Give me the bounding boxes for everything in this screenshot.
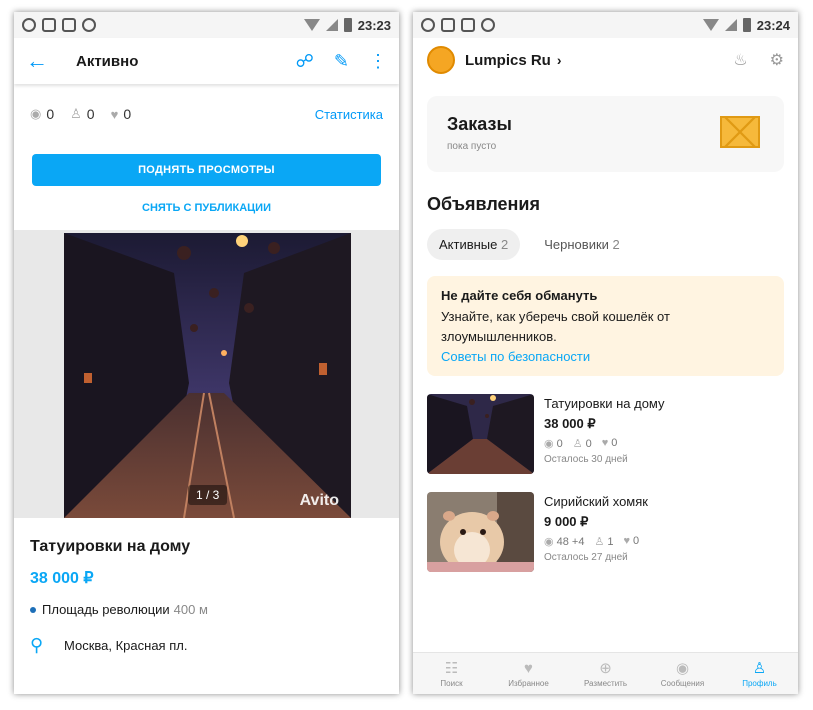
- back-arrow-icon[interactable]: ←: [26, 48, 66, 74]
- orders-title: Заказы: [447, 114, 512, 134]
- app-icon: [62, 18, 76, 32]
- avatar[interactable]: [427, 46, 455, 74]
- heart-icon: ♥: [623, 535, 630, 547]
- raise-views-button[interactable]: ПОДНЯТЬ ПРОСМОТРЫ: [32, 154, 381, 186]
- nav-search[interactable]: ☷ Поиск: [413, 653, 490, 694]
- statistics-link[interactable]: Статистика: [315, 107, 383, 122]
- opera-icon: [22, 18, 36, 32]
- bell-icon[interactable]: ♨: [733, 50, 747, 70]
- bottom-navigation: ☷ Поиск ♥ Избранное ⊕ Разместить ◉ Сообщения…: [413, 652, 798, 694]
- safety-warning: Не дайте себя обмануть Узнайте, как убер…: [427, 276, 784, 376]
- listing-title: Татуировки на дому: [544, 396, 665, 411]
- ad-title: Татуировки на дому: [30, 538, 191, 555]
- page-title: Активно: [76, 52, 139, 70]
- list-item[interactable]: Татуировки на дому 38 000 ₽ ◉ 0 ♙ 0 ♥ 0 Ост…: [427, 394, 784, 474]
- status-time: 23:23: [357, 17, 391, 33]
- listing-remaining: Осталось 27 дней: [544, 552, 628, 563]
- listing-thumbnail[interactable]: [427, 394, 534, 474]
- eye-icon: ◉: [544, 536, 554, 548]
- avito-watermark: Avito: [299, 492, 339, 509]
- ad-detail-screen: 23:23 ← Активно ☍ ✎ ⋮ ◉ 0 ♙ 0 ♥ 0 Статистик…: [14, 12, 399, 694]
- ad-details: Татуировки на дому 38 000 ₽ Площадь рево…: [14, 532, 399, 656]
- more-vertical-icon[interactable]: ⋮: [369, 51, 387, 72]
- instagram-icon: [42, 18, 56, 32]
- location-pin-icon: ⚲: [30, 635, 44, 655]
- opera-icon: [421, 18, 435, 32]
- nav-post[interactable]: ⊕ Разместить: [567, 653, 644, 694]
- warning-title: Не дайте себя обмануть: [441, 288, 598, 303]
- signal-icon: [724, 19, 737, 31]
- metro-name: Площадь революции: [42, 602, 170, 617]
- views-count: 0: [46, 106, 55, 122]
- chat-bubble-icon: ◉: [675, 660, 690, 677]
- listing-price: 9 000 ₽: [544, 514, 589, 529]
- edit-pencil-icon[interactable]: ✎: [334, 51, 349, 72]
- metro-distance: 400 м: [173, 602, 208, 617]
- heart-icon: ♥: [524, 659, 533, 677]
- photo-gallery[interactable]: 1 / 3 Avito: [14, 230, 399, 518]
- plus-circle-icon: ⊕: [599, 660, 612, 677]
- profile-header: Lumpics Ru › ♨ ⚙: [413, 38, 798, 82]
- listing-stats: ◉ 48 +4 ♙ 1 ♥ 0: [544, 535, 640, 548]
- box-icon: [720, 116, 760, 148]
- safety-tips-link[interactable]: Советы по безопасности: [441, 349, 770, 364]
- eye-icon: ◉: [544, 438, 554, 450]
- section-title: Объявления: [427, 194, 540, 214]
- listing-thumbnail[interactable]: [427, 492, 534, 572]
- heart-icon: ♥: [110, 106, 119, 122]
- listing-price: 38 000 ₽: [544, 416, 596, 431]
- photo-counter: 1 / 3: [188, 485, 228, 505]
- shazam-icon: [82, 18, 96, 32]
- share-icon[interactable]: ☍: [296, 51, 314, 72]
- tab-active[interactable]: Активные 2: [427, 229, 521, 260]
- app-icon: [461, 18, 475, 32]
- orders-subtitle: пока пусто: [447, 141, 497, 152]
- listing-remaining: Осталось 30 дней: [544, 454, 628, 465]
- person-icon: ♙: [594, 536, 605, 548]
- warning-text: Узнайте, как уберечь свой кошелёк от зло…: [441, 309, 670, 344]
- listing-title: Сирийский хомяк: [544, 494, 648, 509]
- nav-messages[interactable]: ◉ Сообщения: [644, 653, 721, 694]
- list-item[interactable]: Сирийский хомяк 9 000 ₽ ◉ 48 +4 ♙ 1 ♥ 0 Ост…: [427, 492, 784, 572]
- instagram-icon: [441, 18, 455, 32]
- eye-icon: ◉: [30, 106, 42, 121]
- stats-row: ◉ 0 ♙ 0 ♥ 0 Статистика: [14, 88, 399, 140]
- address-row[interactable]: ⚲ Москва, Красная пл.: [30, 635, 383, 656]
- shazam-icon: [481, 18, 495, 32]
- orders-card[interactable]: Заказы пока пусто: [427, 96, 784, 172]
- status-bar: 23:24: [413, 12, 798, 38]
- listing-tabs: Активные 2 Черновики 2: [427, 229, 784, 260]
- address-text: Москва, Красная пл.: [64, 638, 188, 653]
- chevron-right-icon[interactable]: ›: [557, 52, 562, 68]
- wifi-icon: [303, 19, 320, 31]
- favorites-count: 0: [123, 106, 132, 122]
- unpublish-button[interactable]: СНЯТЬ С ПУБЛИКАЦИИ: [14, 202, 399, 214]
- metro-dot-icon: [30, 606, 36, 613]
- tab-drafts[interactable]: Черновики 2: [532, 229, 632, 260]
- ad-photo[interactable]: [64, 233, 351, 518]
- listing-stats: ◉ 0 ♙ 0 ♥ 0: [544, 437, 618, 450]
- heart-icon: ♥: [601, 437, 609, 449]
- person-icon: ♙: [70, 106, 82, 121]
- gear-icon[interactable]: ⚙: [770, 50, 784, 70]
- nav-profile[interactable]: ♙ Профиль: [721, 653, 798, 694]
- status-bar: 23:23: [14, 12, 399, 38]
- metro-station: Площадь революции 400 м: [30, 602, 383, 617]
- nav-favorites[interactable]: ♥ Избранное: [490, 653, 567, 694]
- search-grid-icon: ☷: [444, 660, 459, 677]
- ad-price: 38 000 ₽: [30, 570, 94, 587]
- wifi-icon: [702, 19, 719, 31]
- person-icon: ♙: [572, 438, 583, 450]
- top-bar: ← Активно ☍ ✎ ⋮: [14, 38, 399, 84]
- profile-screen: 23:24 Lumpics Ru › ♨ ⚙ Заказы пока пусто…: [413, 12, 798, 694]
- status-time: 23:24: [756, 17, 790, 33]
- signal-icon: [325, 19, 338, 31]
- profile-icon: ♙: [752, 660, 767, 677]
- profile-name[interactable]: Lumpics Ru: [465, 52, 551, 69]
- battery-icon: [343, 18, 352, 32]
- contacts-count: 0: [86, 106, 95, 122]
- battery-icon: [742, 18, 751, 32]
